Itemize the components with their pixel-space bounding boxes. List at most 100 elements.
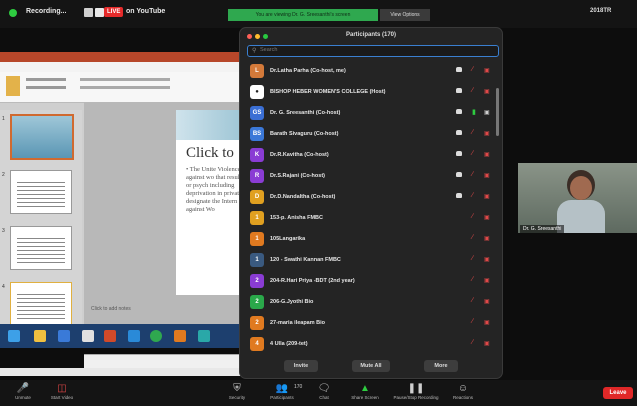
- video-off-icon[interactable]: ▣: [484, 88, 490, 95]
- participant-name: Dr. G. Sreesanthi (Co-host): [270, 110, 341, 116]
- share-screen-label: Share Screen: [351, 395, 379, 400]
- security-label: Security: [228, 395, 246, 400]
- muted-microphone-icon[interactable]: ∕: [472, 213, 473, 220]
- chat-button[interactable]: 🗨 Chat: [312, 383, 336, 400]
- video-off-icon[interactable]: ▣: [484, 193, 490, 200]
- participant-list-scrollbar[interactable]: [496, 88, 499, 136]
- participant-row[interactable]: K Dr.R.Kavitha (Co-host) ∕ ▣: [240, 145, 502, 168]
- slide-thumbnail[interactable]: [10, 226, 72, 270]
- raised-hand-icon: [456, 172, 462, 177]
- muted-microphone-icon[interactable]: ∕: [472, 171, 473, 178]
- muted-microphone-icon[interactable]: ∕: [472, 192, 473, 199]
- participant-row[interactable]: 2 206-G.Jyothi Bio ∕ ▣: [240, 292, 502, 315]
- notes-pane[interactable]: [84, 354, 245, 369]
- app-icon[interactable]: [198, 330, 210, 342]
- raised-hand-icon: [456, 193, 462, 198]
- participant-row[interactable]: 2 27-maria ileapam Bio ∕ ▣: [240, 313, 502, 336]
- participant-row[interactable]: 2 204-R.Hari Priya -BDT (2nd year) ∕ ▣: [240, 271, 502, 294]
- muted-microphone-icon[interactable]: ∕: [472, 87, 473, 94]
- video-icon[interactable]: ▣: [484, 109, 490, 116]
- powerpoint-ribbon-tabs: [0, 62, 245, 72]
- video-icon: ◫: [57, 383, 67, 394]
- app-icon[interactable]: [82, 330, 94, 342]
- muted-microphone-icon[interactable]: ∕: [472, 129, 473, 136]
- live-badge: LIVE: [104, 7, 124, 17]
- participant-row[interactable]: L Dr.Latha Parha (Co-host, me) ∕ ▣: [240, 61, 502, 84]
- participant-search-input[interactable]: ⚲ Search: [247, 45, 499, 57]
- powerpoint-status-bar: [0, 368, 245, 376]
- muted-microphone-icon[interactable]: ∕: [472, 66, 473, 73]
- participant-row[interactable]: ● BISHOP HEBER WOMEN'S COLLEGE (Host) ∕ ▣: [240, 82, 502, 105]
- video-off-icon[interactable]: ▣: [484, 130, 490, 137]
- chat-icon: 🗨: [317, 383, 331, 394]
- pause-stop-recording-button[interactable]: ❚❚ Pause/Stop Recording: [388, 383, 444, 400]
- security-button[interactable]: ⛨ Security: [222, 383, 252, 400]
- muted-microphone-icon[interactable]: ∕: [472, 255, 473, 262]
- stop-recording-icon[interactable]: [95, 8, 104, 17]
- participant-name: Dr.R.Kavitha (Co-host): [270, 152, 329, 158]
- video-off-icon[interactable]: ▣: [484, 151, 490, 158]
- participant-row[interactable]: 1 105Langarika ∕ ▣: [240, 229, 502, 252]
- word-icon[interactable]: [58, 330, 70, 342]
- app-icon[interactable]: [174, 330, 186, 342]
- video-off-icon[interactable]: ▣: [484, 256, 490, 263]
- muted-microphone-icon[interactable]: ∕: [472, 297, 473, 304]
- raised-hand-icon: [456, 67, 462, 72]
- slide-body-text[interactable]: • The Unite Violence against wo that res…: [186, 166, 244, 214]
- view-options-button[interactable]: View Options: [380, 9, 430, 21]
- video-off-icon[interactable]: ▣: [484, 235, 490, 242]
- muted-microphone-icon[interactable]: ∕: [472, 339, 473, 346]
- share-screen-button[interactable]: ▲ Share Screen: [344, 383, 386, 400]
- more-button[interactable]: More: [424, 360, 458, 372]
- reactions-button[interactable]: ☺ Reactions: [448, 383, 478, 400]
- video-off-icon[interactable]: ▣: [484, 298, 490, 305]
- participant-row[interactable]: 1 153-p. Anisha FMBC ∕ ▣: [240, 208, 502, 231]
- raised-hand-icon: [456, 88, 462, 93]
- top-right-status: 2018TR: [590, 8, 612, 14]
- notes-placeholder[interactable]: Click to add notes: [91, 306, 131, 312]
- live-stream-label[interactable]: on YouTube: [126, 8, 165, 15]
- pause-recording-icon[interactable]: [84, 8, 93, 17]
- muted-microphone-icon[interactable]: ∕: [472, 234, 473, 241]
- participant-row[interactable]: BS Barath Sivaguru (Co-host) ∕ ▣: [240, 124, 502, 147]
- search-placeholder: Search: [260, 47, 278, 53]
- participant-row[interactable]: 1 120 - Swathi Kannan FMBC ∕ ▣: [240, 250, 502, 273]
- video-off-icon[interactable]: ▣: [484, 340, 490, 347]
- zoom-icon[interactable]: [128, 330, 140, 342]
- muted-microphone-icon[interactable]: ∕: [472, 318, 473, 325]
- shield-icon: ⛨: [233, 383, 241, 394]
- file-explorer-icon[interactable]: [34, 330, 46, 342]
- participant-row[interactable]: 4 4 Ulla (209-tet) ∕ ▣: [240, 334, 502, 357]
- participant-avatar: K: [250, 148, 264, 162]
- thumbnail-number: 2: [2, 172, 5, 178]
- participant-name: 27-maria ileapam Bio: [270, 320, 326, 326]
- slide-thumbnail[interactable]: [10, 170, 72, 214]
- start-icon[interactable]: [8, 330, 20, 342]
- participant-row[interactable]: R Dr.S.Rajani (Co-host) ∕ ▣: [240, 166, 502, 189]
- start-video-button[interactable]: ◫ Start Video: [44, 383, 80, 400]
- slide-thumbnail[interactable]: [10, 114, 74, 160]
- video-off-icon[interactable]: ▣: [484, 319, 490, 326]
- unmute-button[interactable]: 🎤 Unmute: [8, 383, 38, 400]
- video-off-icon[interactable]: ▣: [484, 67, 490, 74]
- slide-title[interactable]: Click to: [186, 145, 234, 162]
- participant-row[interactable]: GS Dr. G. Sreesanthi (Co-host) ▮ ▣: [240, 103, 502, 126]
- participant-avatar: 1: [250, 232, 264, 246]
- participant-avatar: 2: [250, 274, 264, 288]
- video-off-icon[interactable]: ▣: [484, 214, 490, 221]
- microphone-icon[interactable]: ▮: [472, 108, 476, 116]
- slide-thumbnail[interactable]: [10, 282, 72, 326]
- participant-row[interactable]: D Dr.D.Nandaltha (Co-host) ∕ ▣: [240, 187, 502, 210]
- leave-button[interactable]: Leave: [603, 387, 633, 399]
- video-off-icon[interactable]: ▣: [484, 172, 490, 179]
- mute-all-button[interactable]: Mute All: [352, 360, 390, 372]
- recording-label[interactable]: Recording...: [26, 8, 66, 15]
- powerpoint-icon[interactable]: [104, 330, 116, 342]
- chrome-icon[interactable]: [150, 330, 162, 342]
- invite-button[interactable]: Invite: [284, 360, 318, 372]
- muted-microphone-icon[interactable]: ∕: [472, 276, 473, 283]
- record-icon: ❚❚: [407, 383, 425, 394]
- video-off-icon[interactable]: ▣: [484, 277, 490, 284]
- muted-microphone-icon[interactable]: ∕: [472, 150, 473, 157]
- participant-avatar: L: [250, 64, 264, 78]
